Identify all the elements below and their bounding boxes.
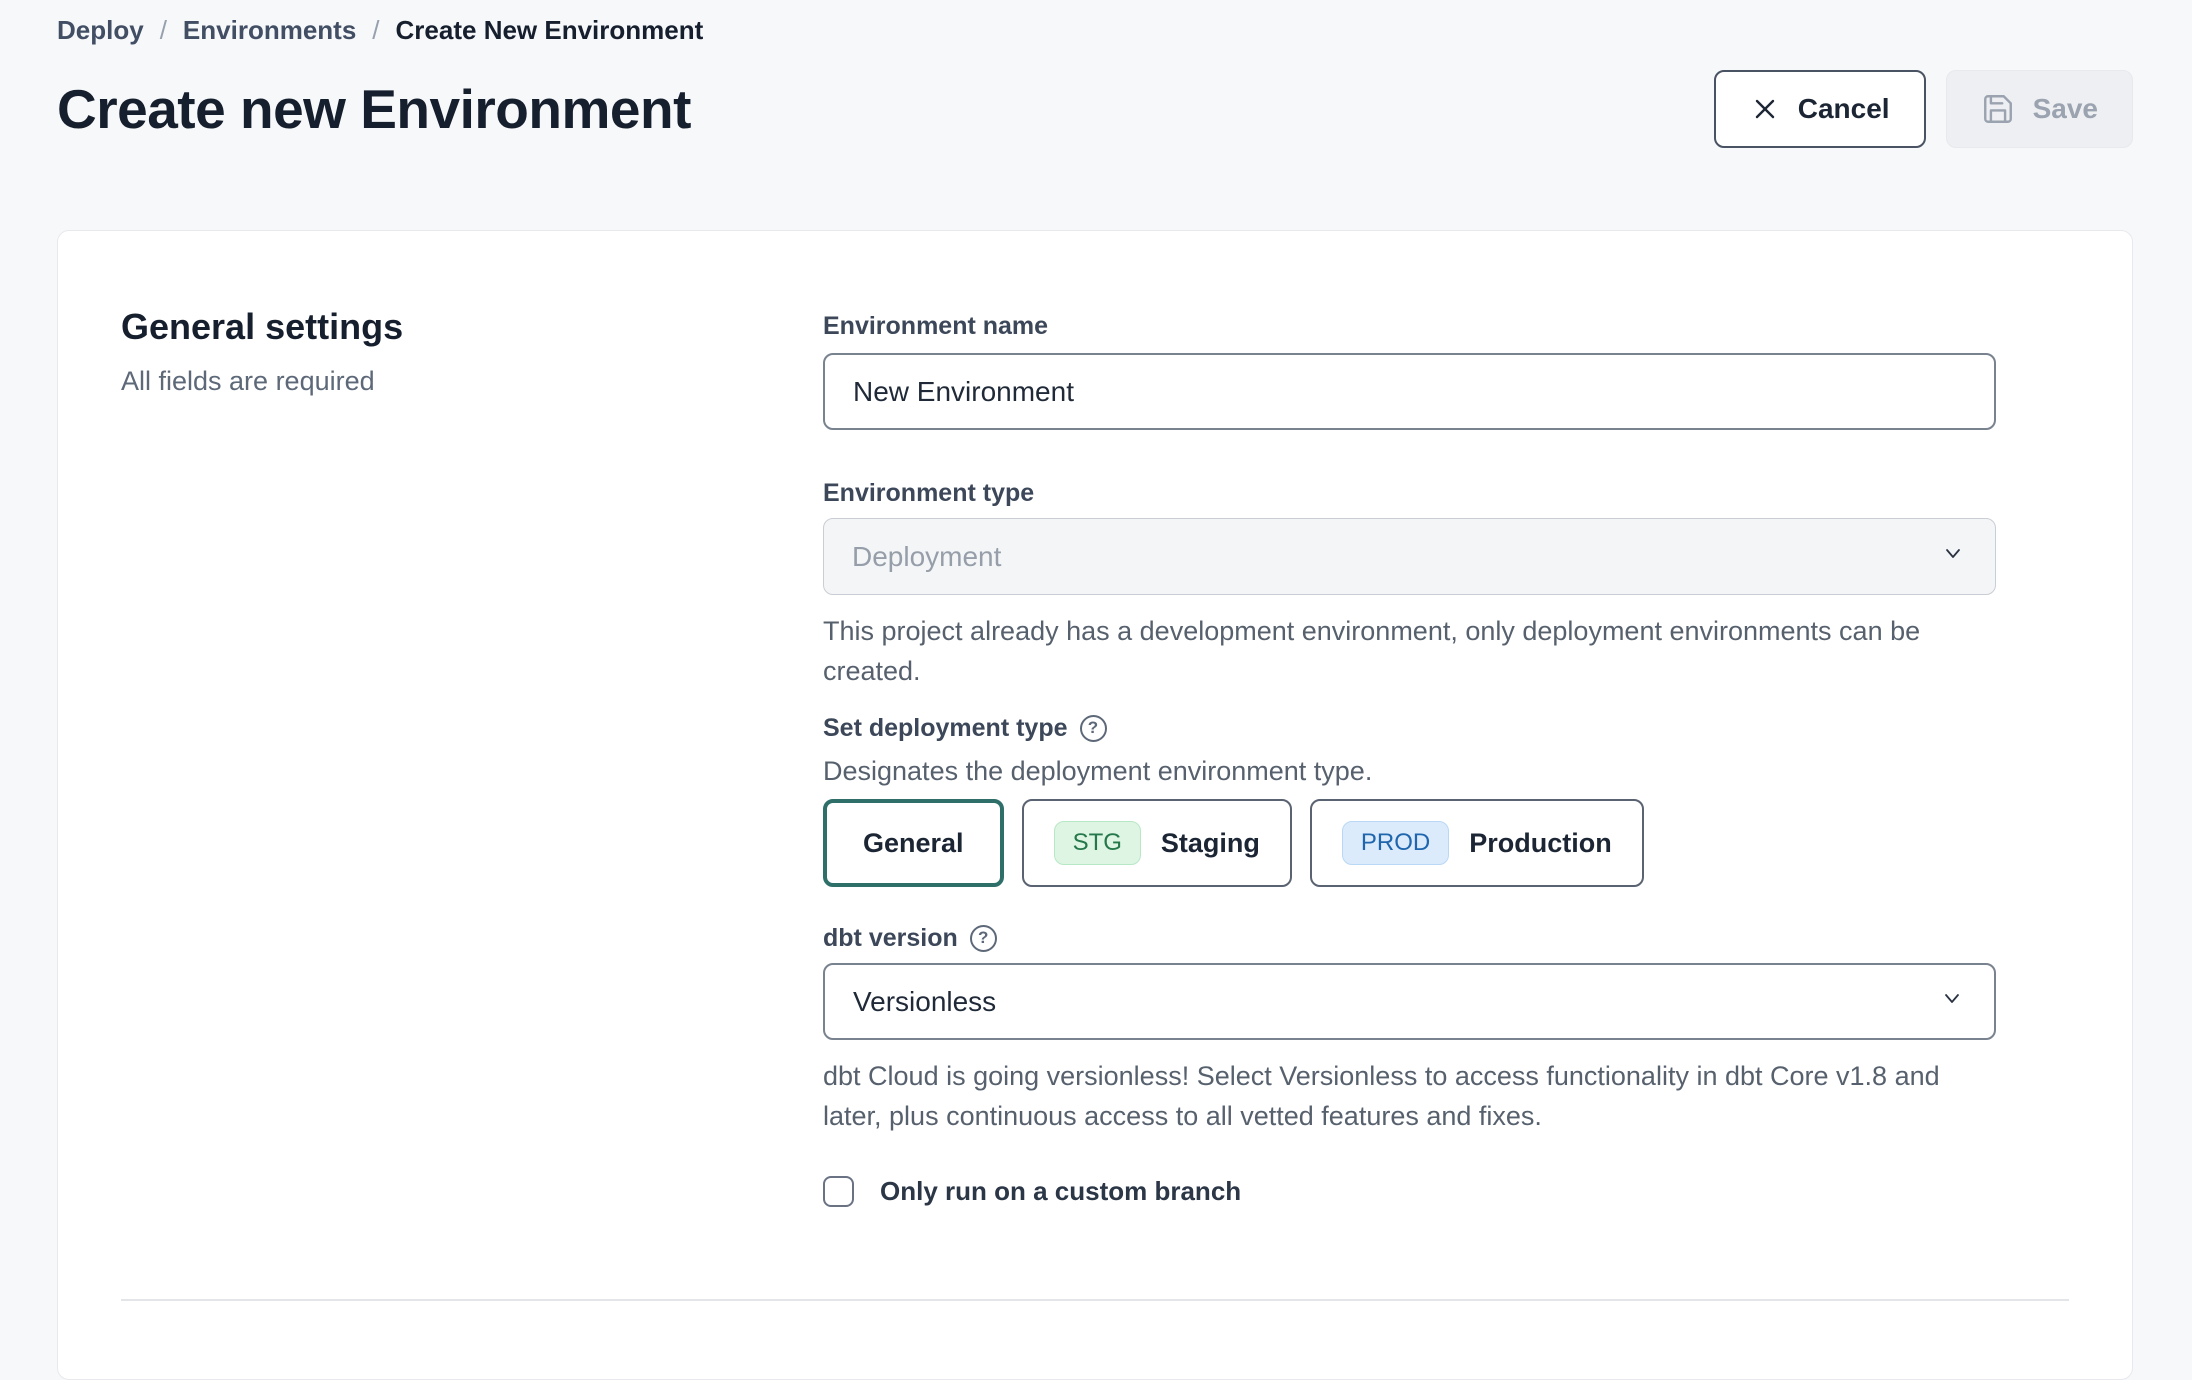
environment-type-help: This project already has a development e… <box>823 611 1996 691</box>
dbt-version-select[interactable]: Versionless <box>823 963 1996 1040</box>
card-body: General settings All fields are required… <box>121 306 2069 1207</box>
close-icon <box>1750 94 1780 124</box>
environment-type-value: Deployment <box>852 541 1001 573</box>
environment-type-label: Environment type <box>823 478 1034 508</box>
header-actions: Cancel Save <box>1714 70 2133 148</box>
cancel-button-label: Cancel <box>1798 93 1890 125</box>
staging-badge: STG <box>1054 821 1141 865</box>
general-settings-card: General settings All fields are required… <box>57 230 2133 1380</box>
environment-type-select: Deployment <box>823 518 1996 595</box>
deployment-type-label-row: Set deployment type ? <box>823 713 1996 743</box>
section-intro: General settings All fields are required <box>121 306 823 1207</box>
deployment-option-general[interactable]: General <box>823 799 1004 887</box>
breadcrumb: Deploy / Environments / Create New Envir… <box>57 12 2133 48</box>
page-title: Create new Environment <box>57 74 691 144</box>
custom-branch-label[interactable]: Only run on a custom branch <box>880 1176 1241 1207</box>
deployment-type-description: Designates the deployment environment ty… <box>823 751 1996 791</box>
dbt-version-label-row: dbt version ? <box>823 923 1996 953</box>
dbt-version-label: dbt version <box>823 923 958 953</box>
page-header: Deploy / Environments / Create New Envir… <box>0 0 2192 148</box>
spacer <box>823 430 1996 478</box>
production-badge: PROD <box>1342 821 1449 865</box>
save-button[interactable]: Save <box>1946 70 2133 148</box>
create-environment-page: Deploy / Environments / Create New Envir… <box>0 0 2192 1312</box>
deployment-option-production-label: Production <box>1469 828 1612 859</box>
title-row: Create new Environment Cancel <box>57 70 2133 148</box>
dbt-version-help: dbt Cloud is going versionless! Select V… <box>823 1056 1996 1136</box>
deployment-option-production[interactable]: PROD Production <box>1310 799 1644 887</box>
breadcrumb-current: Create New Environment <box>396 15 704 46</box>
save-button-label: Save <box>2033 93 2098 125</box>
environment-name-input[interactable] <box>823 353 1996 430</box>
deployment-option-staging[interactable]: STG Staging <box>1022 799 1292 887</box>
help-icon[interactable]: ? <box>970 925 997 952</box>
section-title: General settings <box>121 306 823 348</box>
chevron-down-icon <box>1938 984 1966 1019</box>
chevron-down-icon <box>1939 539 1967 574</box>
section-subtitle: All fields are required <box>121 364 823 398</box>
breadcrumb-environments[interactable]: Environments <box>183 15 356 46</box>
breadcrumb-separator: / <box>372 15 379 46</box>
environment-form: Environment name Environment type Deploy… <box>823 306 1996 1207</box>
custom-branch-row: Only run on a custom branch <box>823 1176 1996 1207</box>
cancel-button[interactable]: Cancel <box>1714 70 1926 148</box>
spacer <box>823 691 1996 713</box>
spacer <box>823 887 1996 923</box>
save-icon <box>1981 92 2015 126</box>
help-icon[interactable]: ? <box>1080 715 1107 742</box>
environment-name-label: Environment name <box>823 311 1048 341</box>
deployment-type-options: General STG Staging PROD Production <box>823 799 1996 887</box>
breadcrumb-separator: / <box>160 15 167 46</box>
section-divider <box>121 1299 2069 1301</box>
dbt-version-value: Versionless <box>853 986 996 1018</box>
deployment-option-general-label: General <box>863 828 964 859</box>
deployment-option-staging-label: Staging <box>1161 828 1260 859</box>
custom-branch-checkbox[interactable] <box>823 1176 854 1207</box>
deployment-type-label: Set deployment type <box>823 713 1068 743</box>
breadcrumb-deploy[interactable]: Deploy <box>57 15 144 46</box>
